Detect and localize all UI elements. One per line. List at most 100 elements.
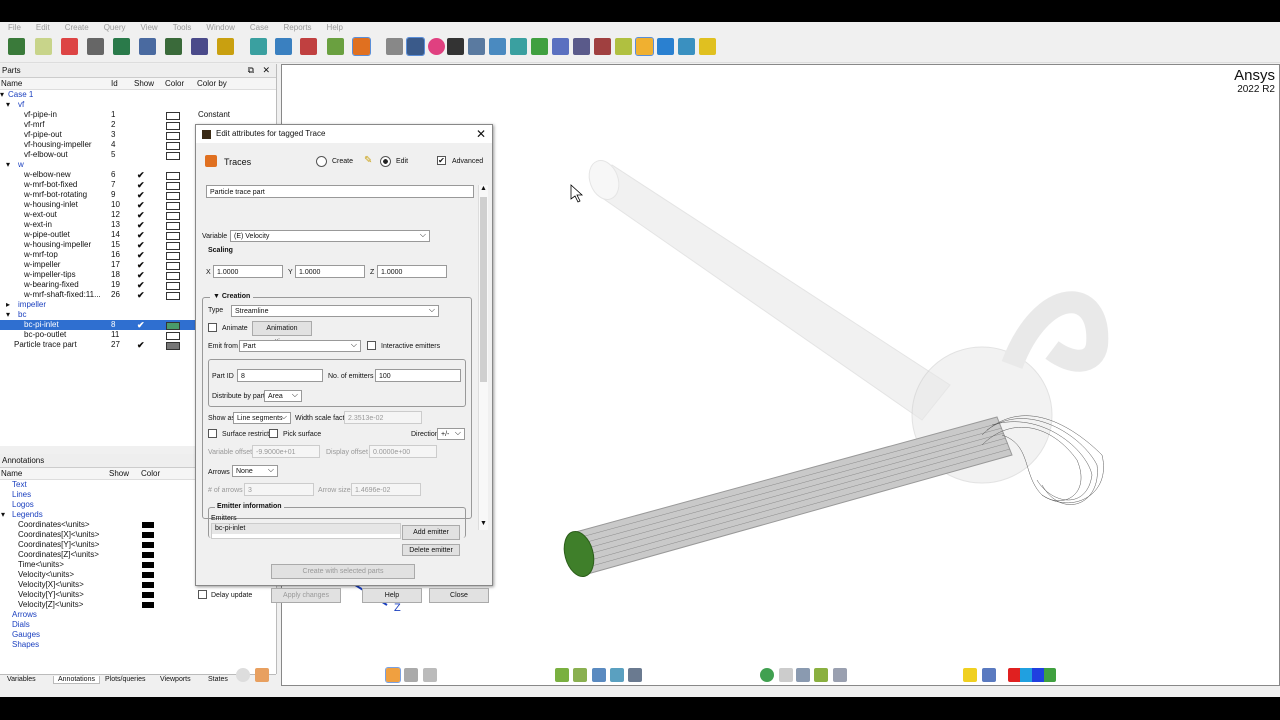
color-swatch[interactable] (142, 522, 154, 528)
color-swatch[interactable] (166, 262, 180, 270)
isosurface-icon[interactable] (275, 38, 292, 55)
table-icon[interactable] (35, 38, 52, 55)
color-swatch[interactable] (166, 112, 180, 120)
gear-icon[interactable] (386, 38, 403, 55)
interactive-emitters-checkbox[interactable] (367, 341, 376, 350)
arrows-select[interactable]: None (232, 464, 278, 477)
bookmark-icon[interactable] (594, 38, 611, 55)
cube-icon[interactable] (489, 38, 506, 55)
menu-create[interactable]: Create (57, 22, 96, 32)
distribute-select[interactable]: Area (264, 389, 302, 402)
part-show-check[interactable]: ✔ (137, 190, 145, 200)
box-icon[interactable] (657, 38, 674, 55)
dialog-close-icon[interactable]: ✕ (476, 125, 486, 143)
color-swatch[interactable] (166, 222, 180, 230)
color-swatch[interactable] (166, 202, 180, 210)
geometry-icon[interactable] (139, 38, 156, 55)
scale-x-field[interactable]: 1.0000 (213, 265, 283, 278)
num-emitters-field[interactable]: 100 (375, 369, 461, 382)
wrench-icon[interactable] (615, 38, 632, 55)
hand-icon[interactable] (255, 668, 269, 682)
color-swatch[interactable] (166, 132, 180, 140)
rotate-icon[interactable] (814, 668, 828, 682)
particle-trace-icon[interactable] (352, 37, 371, 56)
palette-icon[interactable] (1008, 668, 1056, 682)
surface-restrict-checkbox[interactable] (208, 429, 217, 438)
part-row[interactable]: ▾ Case 1 (0, 90, 276, 100)
color-swatch[interactable] (142, 562, 154, 568)
probe-icon[interactable] (250, 38, 267, 55)
part-show-check[interactable]: ✔ (137, 180, 145, 190)
annot-col-show[interactable]: Show (109, 468, 129, 479)
part-colorby[interactable]: Constant (198, 110, 230, 120)
clip-box-icon[interactable] (678, 38, 695, 55)
show-as-select[interactable]: Line segments (233, 411, 291, 424)
color-swatch[interactable] (166, 152, 180, 160)
expand-arrow-icon[interactable]: ▾ (0, 90, 4, 100)
plot-icon[interactable] (61, 38, 78, 55)
display-offset-field[interactable]: 0.0000e+00 (369, 445, 437, 458)
annot-col-color[interactable]: Color (141, 468, 160, 479)
direction-select[interactable]: +/- (437, 427, 465, 440)
part-show-check[interactable]: ✔ (137, 170, 145, 180)
apply-changes-button[interactable]: Apply changes (271, 588, 341, 603)
add-emitter-button[interactable]: Add emitter (402, 525, 460, 540)
color-swatch[interactable] (166, 212, 180, 220)
pan-icon[interactable] (833, 668, 847, 682)
annotation-row[interactable]: Shapes (0, 640, 276, 650)
tools-icon[interactable] (628, 668, 642, 682)
film-icon[interactable] (191, 38, 208, 55)
col-id[interactable]: Id (111, 78, 118, 89)
close-button[interactable]: Close (429, 588, 489, 603)
scale-z-field[interactable]: 1.0000 (377, 265, 447, 278)
trace-name-field[interactable]: Particle trace part (206, 185, 474, 198)
col-show[interactable]: Show (134, 78, 154, 89)
col-colorby[interactable]: Color by (197, 78, 227, 89)
menu-reports[interactable]: Reports (276, 22, 319, 32)
part-show-check[interactable]: ✔ (137, 290, 145, 300)
menu-tools[interactable]: Tools (165, 22, 199, 32)
emitters-list[interactable]: bc-pi-inlet (211, 523, 401, 539)
color-swatch[interactable] (166, 122, 180, 130)
pen-icon[interactable] (592, 668, 606, 682)
color-swatch[interactable] (166, 242, 180, 250)
type-select[interactable]: Streamline (231, 304, 439, 317)
color-swatch[interactable] (142, 592, 154, 598)
delete-emitter-button[interactable]: Delete emitter (402, 544, 460, 556)
part-show-check[interactable]: ✔ (137, 280, 145, 290)
help-button[interactable]: Help (362, 588, 422, 603)
annot-col-name[interactable]: Name (1, 468, 22, 479)
triangle-icon[interactable] (531, 38, 548, 55)
part-show-check[interactable]: ✔ (137, 270, 145, 280)
annotation-row[interactable]: Dials (0, 620, 276, 630)
undo-icon[interactable] (982, 668, 996, 682)
menu-view[interactable]: View (133, 22, 165, 32)
pick-surface-checkbox[interactable] (269, 429, 278, 438)
edit-radio[interactable] (380, 156, 391, 167)
color-swatch[interactable] (166, 322, 180, 330)
part-show-check[interactable]: ✔ (137, 230, 145, 240)
emit-from-select[interactable]: Part (239, 339, 361, 352)
color-swatch[interactable] (142, 552, 154, 558)
color-swatch[interactable] (166, 252, 180, 260)
menu-case[interactable]: Case (242, 22, 276, 32)
toolbox-icon[interactable] (217, 38, 234, 55)
create-with-selected-button[interactable]: Create with selected parts (271, 564, 415, 579)
color-swatch[interactable] (166, 342, 180, 350)
vector-arrows-icon[interactable] (327, 38, 344, 55)
record-icon[interactable] (236, 668, 250, 682)
color-swatch[interactable] (166, 142, 180, 150)
color-swatch[interactable] (166, 182, 180, 190)
part-show-check[interactable]: ✔ (137, 320, 145, 330)
add-view-icon[interactable] (760, 668, 774, 682)
width-scale-field[interactable]: 2.3513e-02 (344, 411, 422, 424)
variable-offset-field[interactable]: -9.9000e+01 (252, 445, 320, 458)
dialog-scrollbar[interactable]: ▲ ▼ (478, 185, 488, 530)
info-icon[interactable] (963, 668, 977, 682)
color-wheel-icon[interactable] (428, 38, 445, 55)
move-icon[interactable] (573, 668, 587, 682)
menu-edit[interactable]: Edit (28, 22, 57, 32)
color-swatch[interactable] (166, 332, 180, 340)
eye-icon[interactable] (406, 37, 425, 56)
light-icon[interactable] (635, 37, 654, 56)
